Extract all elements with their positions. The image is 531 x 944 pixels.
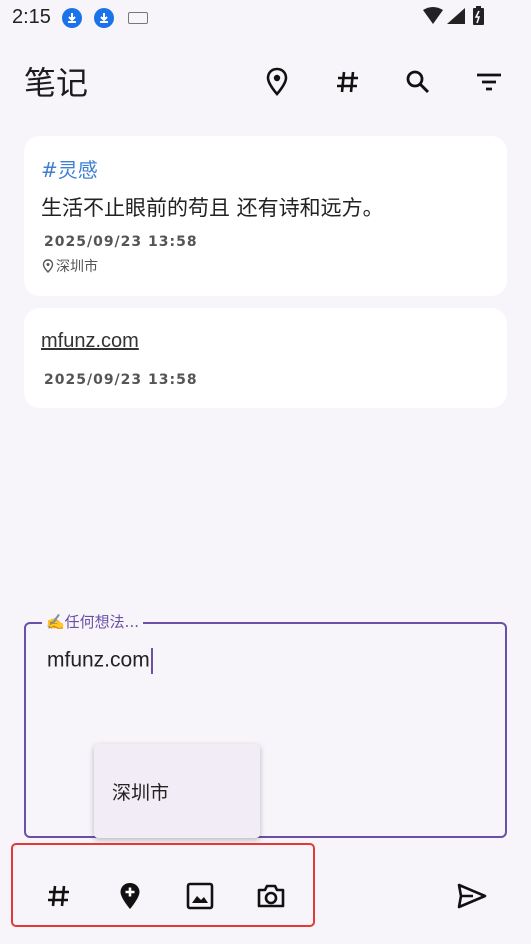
- status-bar: 2:15: [0, 0, 531, 36]
- tags-button[interactable]: [330, 64, 366, 100]
- note-input-label: ✍️任何想法...: [42, 611, 143, 632]
- download-icon: [94, 8, 114, 28]
- add-location-button[interactable]: [110, 876, 150, 916]
- download-icon: [62, 8, 82, 28]
- note-date: 2025/09/23 13:58: [44, 234, 198, 250]
- note-tag[interactable]: #灵感: [41, 154, 98, 183]
- send-icon: [457, 883, 487, 909]
- hashtag-icon: [48, 885, 69, 907]
- add-tag-button[interactable]: [39, 876, 79, 916]
- search-icon: [406, 70, 430, 94]
- note-card[interactable]: mfunz.com 2025/09/23 13:58: [24, 308, 507, 408]
- location-suggestion-popup: 深圳市: [94, 744, 260, 838]
- camera-icon: [257, 884, 285, 908]
- system-icons: [421, 6, 491, 32]
- note-card[interactable]: #灵感 生活不止眼前的苟且 还有诗和远方。 2025/09/23 13:58 深…: [24, 136, 507, 296]
- search-button[interactable]: [400, 64, 436, 100]
- note-input-text[interactable]: mfunz.com: [47, 649, 150, 672]
- filter-icon: [477, 73, 501, 91]
- location-button[interactable]: [259, 64, 295, 100]
- signal-icon: [447, 8, 465, 24]
- filter-button[interactable]: [471, 64, 507, 100]
- add-location-icon: [120, 883, 140, 909]
- status-time: 2:15: [12, 6, 51, 28]
- camera-button[interactable]: [251, 876, 291, 916]
- send-button[interactable]: [452, 876, 492, 916]
- hashtag-icon: [337, 71, 358, 93]
- note-url[interactable]: mfunz.com: [41, 330, 139, 353]
- image-icon: [186, 882, 214, 910]
- page-title: 笔记: [24, 64, 89, 102]
- battery-icon: [473, 6, 484, 25]
- keyboard-icon: [128, 12, 148, 24]
- note-location: 深圳市: [42, 256, 98, 276]
- note-date: 2025/09/23 13:58: [44, 372, 198, 388]
- location-suggestion-item[interactable]: 深圳市: [112, 778, 169, 805]
- note-location-text: 深圳市: [56, 259, 98, 275]
- note-text: 生活不止眼前的苟且 还有诗和远方。: [41, 196, 384, 220]
- top-app-bar: 笔记: [0, 54, 531, 110]
- location-icon: [266, 67, 288, 96]
- text-caret: [150, 648, 153, 674]
- wifi-icon: [423, 7, 443, 24]
- location-pin-icon: [42, 259, 54, 273]
- note-input-value[interactable]: mfunz.com: [47, 648, 153, 674]
- add-image-button[interactable]: [180, 876, 220, 916]
